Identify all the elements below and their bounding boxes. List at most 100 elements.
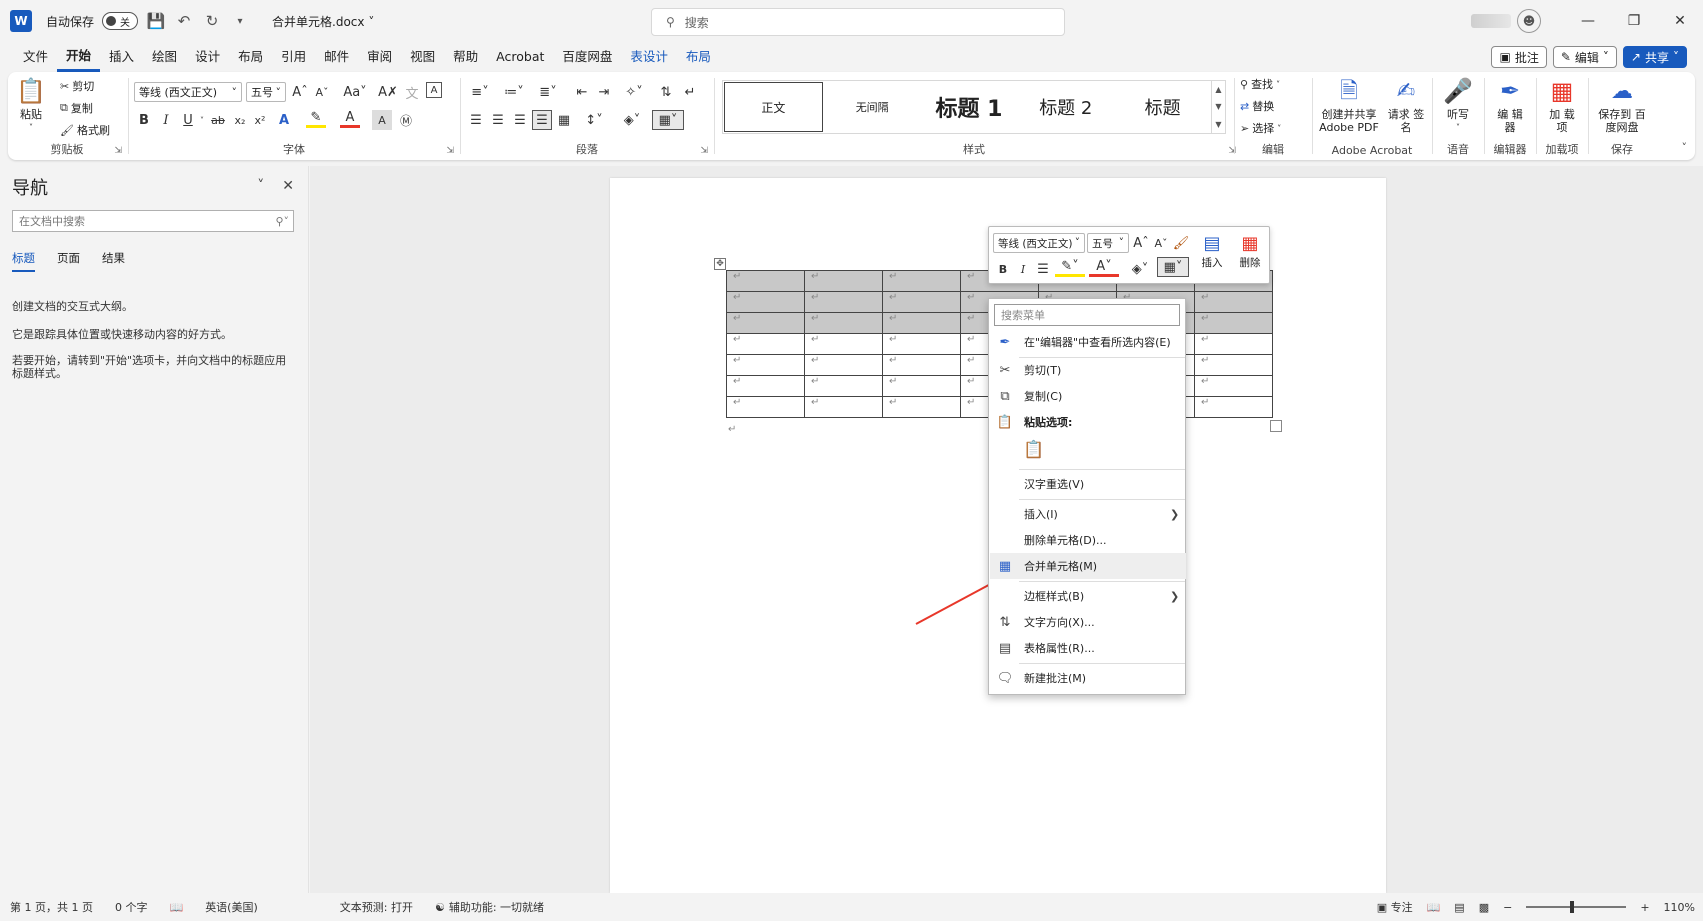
save-baidu-button[interactable]: ☁ 保存到 百度网盘 [1594, 76, 1650, 134]
table-cell[interactable]: ↵ [804, 333, 883, 355]
align-right-icon[interactable]: ☰ [510, 110, 530, 130]
mini-borders-icon[interactable]: ▦˅ [1157, 257, 1189, 277]
distributed-icon[interactable]: ▦ [554, 110, 574, 130]
create-share-pdf-button[interactable]: 🗎 创建并共享 Adobe PDF [1318, 76, 1380, 134]
table-cell[interactable]: ↵ [726, 396, 805, 418]
document-title[interactable]: 合并单元格.docx ˅ [272, 13, 374, 30]
page-count[interactable]: 第 1 页，共 1 页 [10, 899, 93, 915]
avatar[interactable]: ☻ [1517, 9, 1541, 33]
shrink-font-icon[interactable]: Aˇ [312, 82, 332, 102]
table-cell[interactable]: ↵ [804, 312, 883, 334]
mini-font-name-select[interactable]: 等线 (西文正文) ˅ [993, 233, 1085, 253]
table-cell[interactable]: ↵ [882, 396, 961, 418]
editor-button[interactable]: ✒ 编 辑器 [1494, 76, 1526, 135]
cut-button[interactable]: ✂ 剪切 [60, 78, 94, 94]
menu-item-merge-cells[interactable]: ▦ 合并单元格(M) [990, 553, 1186, 579]
table-cell[interactable]: ↵ [1194, 291, 1273, 313]
menu-item-table-properties[interactable]: ▤ 表格属性(R)... [990, 635, 1186, 661]
mini-center-icon[interactable]: ☰ [1033, 259, 1053, 279]
borders-icon[interactable]: ▦˅ [652, 110, 684, 130]
redo-icon[interactable]: ↻ [202, 12, 222, 30]
menu-item-delete-cells[interactable]: 删除单元格(D)... [990, 527, 1186, 553]
numbering-icon[interactable]: ≔˅ [500, 82, 528, 102]
search-input[interactable]: ⚲ 搜索 [651, 8, 1065, 36]
menu-item-insert[interactable]: 插入(I) ❯ [990, 501, 1186, 527]
find-button[interactable]: ⚲ 查找 ˅ [1240, 76, 1280, 92]
subscript-button[interactable]: x₂ [230, 110, 250, 130]
mini-bold-button[interactable]: B [993, 259, 1013, 279]
table-cell[interactable]: ↵ [1194, 375, 1273, 397]
chinese-layout-icon[interactable]: ✧˅ [620, 82, 648, 102]
align-center-icon[interactable]: ☰ [488, 110, 508, 130]
mini-insert-button[interactable]: ▤ 插入 [1195, 231, 1229, 270]
table-cell[interactable]: ↵ [882, 291, 961, 313]
align-left-icon[interactable]: ☰ [466, 110, 486, 130]
autosave-toggle[interactable]: 关 [102, 12, 139, 30]
highlight-icon[interactable]: ✎ [306, 110, 326, 128]
table-cell[interactable]: ↵ [804, 291, 883, 313]
language[interactable]: 英语(美国) [205, 899, 258, 915]
focus-mode-button[interactable]: ▣ 专注 [1377, 899, 1413, 915]
mini-italic-button[interactable]: I [1013, 259, 1033, 279]
tab-view[interactable]: 视图 [401, 42, 444, 72]
strikethrough-button[interactable]: ab [208, 110, 228, 130]
line-spacing-icon[interactable]: ↕˅ [580, 110, 608, 130]
decrease-indent-icon[interactable]: ⇤ [572, 82, 592, 102]
tab-design[interactable]: 设计 [186, 42, 229, 72]
increase-indent-icon[interactable]: ⇥ [594, 82, 614, 102]
nav-search-input[interactable]: 在文档中搜索 ⚲˅ [12, 210, 294, 232]
mini-highlight-icon[interactable]: ✎˅ [1055, 259, 1085, 277]
mini-font-size-select[interactable]: 五号 ˅ [1087, 233, 1129, 253]
tab-review[interactable]: 审阅 [358, 42, 401, 72]
copy-button[interactable]: ⧉ 复制 [60, 100, 93, 116]
sort-icon[interactable]: ⇅ [656, 82, 676, 102]
tab-mailings[interactable]: 邮件 [315, 42, 358, 72]
table-cell[interactable]: ↵ [1194, 354, 1273, 376]
editing-mode-button[interactable]: ✎ 编辑 ˅ [1552, 46, 1617, 68]
justify-icon[interactable]: ☰ [532, 110, 552, 130]
table-cell[interactable]: ↵ [804, 354, 883, 376]
char-shading-icon[interactable]: A [372, 110, 392, 130]
mini-format-painter-icon[interactable]: 🖌 [1171, 233, 1191, 253]
menu-item-text-direction[interactable]: ⇅ 文字方向(X)... [990, 609, 1186, 635]
table-cell[interactable]: ↵ [882, 354, 961, 376]
char-border-icon[interactable]: A [426, 82, 442, 98]
close-window-button[interactable]: ✕ [1657, 0, 1703, 42]
close-icon[interactable]: ✕ [282, 178, 294, 194]
tab-layout[interactable]: 布局 [229, 42, 272, 72]
menu-item-hanzi-reconvert[interactable]: 汉字重选(V) [990, 471, 1186, 497]
table-cell[interactable]: ↵ [1194, 312, 1273, 334]
bold-button[interactable]: B [134, 110, 154, 130]
shading-icon[interactable]: ◈˅ [618, 110, 646, 130]
nav-tab-headings[interactable]: 标题 [12, 250, 35, 272]
table-cell[interactable]: ↵ [804, 396, 883, 418]
save-icon[interactable]: 💾 [146, 12, 166, 30]
multilevel-list-icon[interactable]: ≣˅ [534, 82, 562, 102]
nav-tab-pages[interactable]: 页面 [57, 250, 80, 272]
font-size-select[interactable]: 五号 ˅ [246, 82, 286, 102]
replace-button[interactable]: ⇄ 替换 [1240, 98, 1274, 114]
enclose-char-icon[interactable]: Ⓜ [396, 110, 416, 130]
menu-item-copy[interactable]: ⧉ 复制(C) [990, 383, 1186, 409]
print-layout-icon[interactable]: ▤ [1454, 901, 1464, 914]
mini-grow-font-icon[interactable]: Aˆ [1131, 233, 1151, 253]
tab-baidu[interactable]: 百度网盘 [553, 42, 621, 72]
superscript-button[interactable]: x² [250, 110, 270, 130]
zoom-slider[interactable] [1526, 901, 1627, 913]
font-launcher-icon[interactable]: ⇲ [446, 146, 454, 156]
text-effects-icon[interactable]: A [274, 110, 294, 130]
format-painter-button[interactable]: 🖌 格式刷 [60, 122, 110, 138]
mini-delete-button[interactable]: ▦ 删除 [1233, 231, 1267, 270]
mini-shading-icon[interactable]: ◈˅ [1125, 259, 1155, 279]
mini-shrink-font-icon[interactable]: Aˇ [1151, 233, 1171, 253]
text-prediction[interactable]: 文本预测: 打开 [340, 899, 413, 915]
table-cell[interactable]: ↵ [882, 375, 961, 397]
paste-keep-source-icon[interactable]: 📋 [1023, 439, 1045, 461]
customize-qat-icon[interactable]: ▾ [230, 16, 250, 27]
tab-home[interactable]: 开始 [57, 42, 101, 72]
table-move-handle-icon[interactable]: ✥ [714, 258, 726, 270]
nav-tab-results[interactable]: 结果 [102, 250, 125, 272]
menu-item-view-in-editor[interactable]: ✒ 在"编辑器"中查看所选内容(E) [990, 329, 1186, 355]
table-cell[interactable]: ↵ [726, 270, 805, 292]
addins-button[interactable]: ▦ 加 载项 [1546, 76, 1578, 135]
